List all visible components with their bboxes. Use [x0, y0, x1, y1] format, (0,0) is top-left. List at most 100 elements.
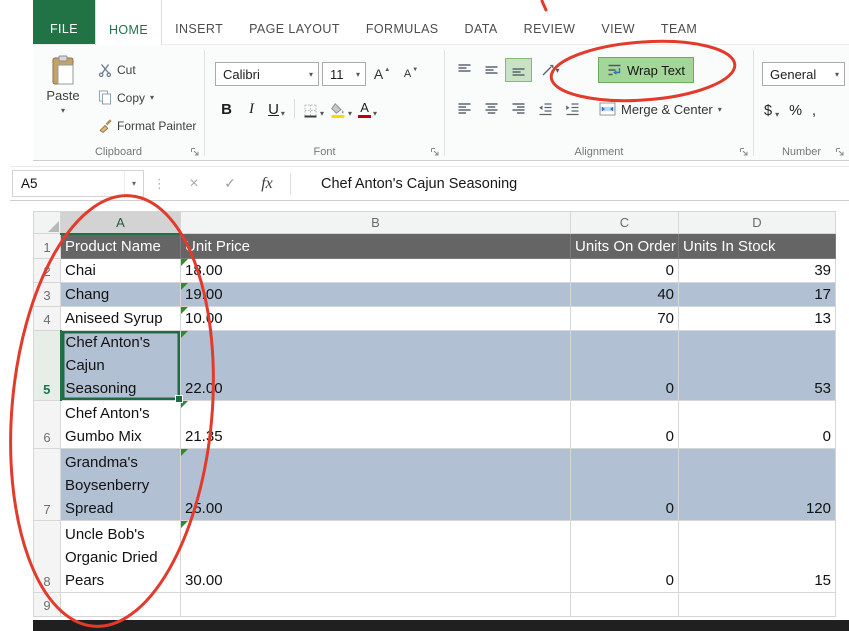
- font-color-button[interactable]: A ▾: [356, 96, 379, 120]
- cell-d3[interactable]: 17: [679, 282, 836, 306]
- italic-button[interactable]: I: [240, 96, 263, 120]
- cell-b6[interactable]: 21.35: [181, 400, 571, 448]
- increase-indent-button[interactable]: [559, 97, 586, 121]
- tab-review[interactable]: REVIEW: [511, 0, 589, 44]
- cell-a3[interactable]: Chang: [61, 282, 181, 306]
- cell-b5[interactable]: 22.00: [181, 330, 571, 400]
- cancel-icon[interactable]: ×: [176, 175, 212, 193]
- row-header-9[interactable]: 9: [34, 592, 61, 616]
- number-dialog-launcher[interactable]: [835, 147, 845, 157]
- cell-d5[interactable]: 53: [679, 330, 836, 400]
- cell-c2[interactable]: 0: [571, 258, 679, 282]
- formula-content[interactable]: Chef Anton's Cajun Seasoning: [299, 176, 517, 192]
- row-header-7[interactable]: 7: [34, 448, 61, 520]
- row-header-6[interactable]: 6: [34, 400, 61, 448]
- bottom-align-button[interactable]: [505, 58, 532, 82]
- tab-home[interactable]: HOME: [95, 0, 162, 45]
- cell-b3[interactable]: 19.00: [181, 282, 571, 306]
- font-size-combo[interactable]: 11 ▾: [322, 62, 366, 86]
- cell-d7[interactable]: 120: [679, 448, 836, 520]
- row-header-1[interactable]: 1: [34, 234, 61, 259]
- top-align-button[interactable]: [451, 58, 478, 82]
- cell-a7[interactable]: Grandma's Boysenberry Spread: [61, 448, 181, 520]
- tab-insert[interactable]: INSERT: [162, 0, 236, 44]
- number-format-combo[interactable]: General ▾: [762, 62, 845, 86]
- column-header-d[interactable]: D: [679, 212, 836, 234]
- row-header-4[interactable]: 4: [34, 306, 61, 330]
- cell-c9[interactable]: [571, 592, 679, 616]
- cell-b9[interactable]: [181, 592, 571, 616]
- shrink-font-button[interactable]: A▼: [398, 62, 424, 86]
- cut-button[interactable]: Cut: [95, 57, 199, 82]
- cell-a8[interactable]: Uncle Bob's Organic Dried Pears: [61, 520, 181, 592]
- cell-b2[interactable]: 18.00: [181, 258, 571, 282]
- bold-button[interactable]: B: [215, 96, 238, 120]
- cell-c6[interactable]: 0: [571, 400, 679, 448]
- cell-c8[interactable]: 0: [571, 520, 679, 592]
- cell-a2[interactable]: Chai: [61, 258, 181, 282]
- column-header-b[interactable]: B: [181, 212, 571, 234]
- cell-d9[interactable]: [679, 592, 836, 616]
- insert-function-button[interactable]: fx: [248, 175, 286, 193]
- column-header-a[interactable]: A: [61, 212, 181, 234]
- percent-style-button[interactable]: %: [789, 97, 802, 119]
- tab-file[interactable]: FILE: [33, 0, 95, 44]
- comma-style-button[interactable]: ,: [812, 97, 816, 119]
- cell-a6[interactable]: Chef Anton's Gumbo Mix: [61, 400, 181, 448]
- percent-symbol: %: [789, 103, 802, 119]
- cell-b8[interactable]: 30.00: [181, 520, 571, 592]
- row-header-5[interactable]: 5: [34, 330, 61, 400]
- font-name-combo[interactable]: Calibri ▾: [215, 62, 319, 86]
- align-right-button[interactable]: [505, 97, 532, 121]
- cell-c4[interactable]: 70: [571, 306, 679, 330]
- cell-d1[interactable]: Units In Stock: [679, 234, 836, 259]
- cell-b4[interactable]: 10.00: [181, 306, 571, 330]
- clipboard-dialog-launcher[interactable]: [190, 147, 200, 157]
- decrease-indent-button[interactable]: [532, 97, 559, 121]
- row-header-3[interactable]: 3: [34, 282, 61, 306]
- merge-center-button[interactable]: Merge & Center ▾: [594, 97, 727, 122]
- align-center-button[interactable]: [478, 97, 505, 121]
- select-all-corner[interactable]: [34, 212, 61, 234]
- row-header-2[interactable]: 2: [34, 258, 61, 282]
- cell-a5-selected[interactable]: Chef Anton's Cajun Seasoning: [61, 330, 181, 400]
- fill-color-button[interactable]: ▾: [328, 96, 354, 120]
- tab-team[interactable]: TEAM: [648, 0, 710, 44]
- cell-a1[interactable]: Product Name: [61, 234, 181, 259]
- tab-data[interactable]: DATA: [452, 0, 511, 44]
- tab-view[interactable]: VIEW: [588, 0, 648, 44]
- format-painter-button[interactable]: Format Painter: [95, 113, 199, 138]
- cell-d2[interactable]: 39: [679, 258, 836, 282]
- grow-font-button[interactable]: A▲: [369, 62, 395, 86]
- tab-page-layout[interactable]: PAGE LAYOUT: [236, 0, 353, 44]
- underline-button[interactable]: U▾: [265, 96, 288, 120]
- cell-d8[interactable]: 15: [679, 520, 836, 592]
- name-box-caret-icon[interactable]: ▾: [124, 171, 143, 196]
- font-dialog-launcher[interactable]: [430, 147, 440, 157]
- paste-button[interactable]: Paste ▾: [37, 53, 89, 138]
- cell-c7[interactable]: 0: [571, 448, 679, 520]
- cell-c3[interactable]: 40: [571, 282, 679, 306]
- row-header-8[interactable]: 8: [34, 520, 61, 592]
- cell-d6[interactable]: 0: [679, 400, 836, 448]
- middle-align-button[interactable]: [478, 58, 505, 82]
- accounting-format-button[interactable]: $▾: [764, 97, 779, 119]
- borders-button[interactable]: ▾: [301, 96, 326, 120]
- cell-c5[interactable]: 0: [571, 330, 679, 400]
- cell-a9[interactable]: [61, 592, 181, 616]
- copy-button[interactable]: Copy ▾: [95, 85, 199, 110]
- cell-a4[interactable]: Aniseed Syrup: [61, 306, 181, 330]
- orientation-button[interactable]: ▾: [532, 58, 568, 82]
- name-box[interactable]: A5 ▾: [12, 170, 144, 197]
- number-format-value: General: [770, 67, 816, 82]
- cell-c1[interactable]: Units On Order: [571, 234, 679, 259]
- tab-formulas[interactable]: FORMULAS: [353, 0, 452, 44]
- cell-b1[interactable]: Unit Price: [181, 234, 571, 259]
- cell-b7[interactable]: 25.00: [181, 448, 571, 520]
- align-left-button[interactable]: [451, 97, 478, 121]
- alignment-dialog-launcher[interactable]: [739, 147, 749, 157]
- column-header-c[interactable]: C: [571, 212, 679, 234]
- cell-d4[interactable]: 13: [679, 306, 836, 330]
- enter-check-icon[interactable]: ✓: [212, 175, 248, 192]
- wrap-text-button[interactable]: Wrap Text: [598, 57, 694, 83]
